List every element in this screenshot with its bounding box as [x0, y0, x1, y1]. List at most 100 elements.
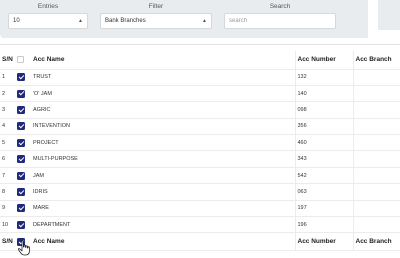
table-row[interactable]: 9 MARE 197	[0, 200, 400, 218]
filter-group: Filter Bank Branches ▲	[100, 2, 212, 29]
row-acc-branch	[353, 150, 400, 168]
footer-acc-number: Acc Number	[295, 232, 354, 252]
acc-name-text: MARE	[33, 205, 49, 212]
table-row[interactable]: 1 TRUST 132	[0, 69, 400, 86]
row-sn: 1	[0, 69, 15, 86]
row-acc-branch	[353, 200, 400, 218]
table-row[interactable]: 3 AGRIC 098	[0, 101, 400, 119]
row-sn: 9	[0, 200, 15, 218]
row-acc-name: MARE	[31, 200, 296, 218]
row-acc-branch	[353, 69, 400, 86]
row-checkbox-cell	[15, 118, 31, 136]
row-checkbox-cell	[15, 150, 31, 168]
row-acc-branch	[353, 101, 400, 119]
acc-name-text: TRUST	[33, 74, 52, 81]
row-checkbox[interactable]	[17, 155, 25, 164]
row-acc-number: 460	[295, 134, 354, 152]
filter-panel: Entries 10 ▲ Filter Bank Branches ▲ Sear…	[0, 0, 368, 38]
row-checkbox-cell	[15, 101, 31, 119]
acc-name-text: 'O' JAM	[33, 90, 52, 97]
filter-select[interactable]: Bank Branches ▲	[100, 13, 212, 29]
row-acc-number: 063	[295, 183, 354, 201]
row-sn: 8	[0, 183, 15, 201]
table-row[interactable]: 2 'O' JAM 140	[0, 85, 400, 103]
acc-name-text: MULTI-PURPOSE	[33, 156, 78, 163]
row-checkbox[interactable]	[17, 220, 25, 229]
row-acc-name: JAM	[31, 167, 296, 185]
select-arrows-icon: ▲	[202, 18, 207, 24]
accounts-table: S/N Acc Name Acc Number Acc Branch 1 TRUS…	[0, 51, 400, 252]
divider	[0, 44, 400, 45]
row-checkbox[interactable]	[17, 138, 25, 147]
row-checkbox-cell	[15, 200, 31, 218]
table-footer-row: S/N Acc Name Acc Number Acc Branch	[0, 232, 400, 252]
row-acc-name: TRUST	[31, 69, 296, 86]
row-acc-number: 196	[295, 216, 354, 234]
search-field[interactable]	[224, 13, 336, 29]
row-acc-branch	[353, 167, 400, 185]
row-checkbox-cell	[15, 183, 31, 201]
row-sn: 2	[0, 85, 15, 103]
row-checkbox[interactable]	[17, 105, 25, 114]
search-group: Search	[224, 2, 336, 29]
row-acc-branch	[353, 183, 400, 201]
entries-select[interactable]: 10 ▲	[8, 13, 88, 29]
table-row[interactable]: 4 INTEVENTION 356	[0, 118, 400, 136]
acc-name-text: IDRIS	[33, 188, 48, 195]
row-acc-number: 098	[295, 101, 354, 119]
acc-name-text: DEPARTMENT	[33, 221, 71, 228]
filter-label: Filter	[148, 3, 164, 10]
row-acc-name: AGRIC	[31, 101, 296, 119]
row-sn: 4	[0, 118, 15, 136]
row-sn: 5	[0, 134, 15, 152]
row-acc-name: MULTI-PURPOSE	[31, 150, 296, 168]
acc-name-text: JAM	[33, 172, 44, 179]
row-acc-number: 542	[295, 167, 354, 185]
search-input[interactable]	[229, 14, 335, 28]
row-acc-number: 140	[295, 85, 354, 103]
footer-acc-name: Acc Name	[31, 232, 296, 252]
row-acc-name: INTEVENTION	[31, 118, 296, 136]
search-label: Search	[269, 3, 291, 10]
row-acc-number: 343	[295, 150, 354, 168]
row-acc-name: 'O' JAM	[31, 85, 296, 103]
row-checkbox[interactable]	[17, 73, 25, 82]
table-header-row: S/N Acc Name Acc Number Acc Branch	[0, 51, 400, 70]
row-checkbox[interactable]	[17, 122, 25, 131]
row-acc-number: 197	[295, 200, 354, 218]
entries-label: Entries	[37, 3, 59, 10]
row-checkbox[interactable]	[17, 187, 25, 196]
row-checkbox[interactable]	[17, 89, 25, 98]
select-all-checkbox[interactable]	[17, 56, 24, 64]
row-acc-name: IDRIS	[31, 183, 296, 201]
filter-panel-edge	[378, 0, 400, 30]
row-sn: 6	[0, 150, 15, 168]
select-arrows-icon: ▲	[78, 18, 83, 24]
row-checkbox[interactable]	[17, 204, 25, 213]
acc-name-text: AGRIC	[33, 106, 51, 113]
row-checkbox[interactable]	[17, 171, 25, 180]
table-row[interactable]: 7 JAM 542	[0, 167, 400, 185]
row-checkbox-cell	[15, 134, 31, 152]
acc-name-text: PROJECT	[33, 139, 59, 146]
header-acc-name[interactable]: Acc Name	[31, 51, 296, 70]
footer-acc-branch: Acc Branch	[353, 232, 400, 252]
row-sn: 3	[0, 101, 15, 119]
table-row[interactable]: 5 PROJECT 460	[0, 134, 400, 152]
header-sn: S/N	[0, 51, 15, 70]
row-acc-branch	[353, 134, 400, 152]
table-row[interactable]: 10 DEPARTMENT 196	[0, 216, 400, 234]
row-acc-number: 132	[295, 69, 354, 86]
header-acc-number[interactable]: Acc Number	[295, 51, 354, 70]
row-acc-branch	[353, 216, 400, 234]
row-acc-branch	[353, 118, 400, 136]
header-checkbox-cell	[15, 51, 31, 70]
hand-cursor-icon	[17, 240, 30, 256]
table-row[interactable]: 8 IDRIS 063	[0, 183, 400, 201]
row-acc-name: PROJECT	[31, 134, 296, 152]
header-acc-branch[interactable]: Acc Branch	[353, 51, 400, 70]
row-sn: 10	[0, 216, 15, 234]
table-row[interactable]: 6 MULTI-PURPOSE 343	[0, 150, 400, 168]
row-acc-name: DEPARTMENT	[31, 216, 296, 234]
row-acc-branch	[353, 85, 400, 103]
